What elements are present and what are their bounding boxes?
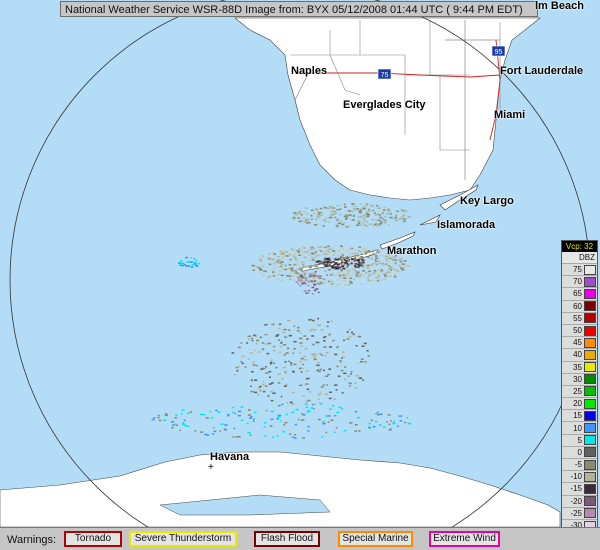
warning-special-marine-button[interactable]: Special Marine (338, 531, 413, 547)
legend-swatch (584, 276, 596, 287)
dbz-unit-label: DBZ (562, 252, 597, 263)
legend-swatch (584, 325, 596, 336)
legend-value: 5 (577, 435, 582, 445)
legend-swatch (584, 288, 596, 299)
warnings-label: Warnings: (7, 534, 57, 546)
legend-swatch (584, 447, 596, 458)
city-havana: Havana (210, 451, 250, 463)
dbz-legend: Vcp: 32 DBZ 75 70 65 60 55 50 45 40 35 30 25 20 15 10… (561, 240, 598, 545)
highway-shield-75: 75 (377, 68, 392, 80)
warning-tornado-button[interactable]: Tornado (64, 531, 122, 547)
legend-value: 30 (573, 374, 582, 384)
legend-row: 70 (562, 275, 597, 287)
legend-swatch (584, 471, 596, 482)
legend-row: 65 (562, 287, 597, 299)
legend-swatch (584, 264, 596, 275)
legend-row: 20 (562, 397, 597, 409)
legend-swatch (584, 483, 596, 494)
legend-value: 50 (573, 326, 582, 336)
legend-value: 75 (573, 265, 582, 275)
legend-swatch (584, 459, 596, 470)
legend-row: 45 (562, 336, 597, 348)
legend-swatch (584, 386, 596, 397)
legend-value: 25 (573, 386, 582, 396)
legend-value: -25 (570, 508, 582, 518)
svg-text:75: 75 (381, 72, 389, 79)
city-islamorada: Islamorada (437, 219, 496, 231)
legend-value: 40 (573, 350, 582, 360)
legend-row: 50 (562, 323, 597, 336)
warning-extreme-wind-button[interactable]: Extreme Wind (429, 531, 500, 547)
legend-row: -20 (562, 494, 597, 507)
legend-row: 75 (562, 263, 597, 275)
legend-row: 25 (562, 384, 597, 397)
legend-row: -25 (562, 506, 597, 519)
warning-flash-flood-button[interactable]: Flash Flood (254, 531, 320, 547)
legend-row: 40 (562, 348, 597, 360)
legend-row: -15 (562, 482, 597, 494)
legend-value: 55 (573, 313, 582, 323)
legend-row: 30 (562, 372, 597, 385)
legend-swatch (584, 398, 596, 409)
legend-value: -5 (574, 460, 582, 470)
legend-row: 35 (562, 360, 597, 373)
warning-severe-thunderstorm-button[interactable]: Severe Thunderstorm (129, 531, 237, 547)
legend-row: 55 (562, 311, 597, 324)
legend-swatch (584, 362, 596, 373)
city-key-largo: Key Largo (460, 195, 514, 207)
vcp-label: Vcp: 32 (562, 241, 597, 252)
warnings-bar: Warnings: Tornado Severe Thunderstorm Fl… (0, 527, 600, 550)
legend-row: -10 (562, 470, 597, 482)
legend-value: 35 (573, 362, 582, 372)
legend-row: 15 (562, 409, 597, 421)
highway-shield-95: 95 (491, 45, 506, 57)
legend-swatch (584, 435, 596, 446)
legend-row: 5 (562, 433, 597, 446)
title-bar: National Weather Service WSR-88D Image f… (60, 1, 538, 17)
city-marathon: Marathon (387, 245, 437, 257)
legend-row: 60 (562, 299, 597, 312)
legend-swatch (584, 337, 596, 348)
legend-swatch (584, 496, 596, 507)
legend-swatch (584, 374, 596, 385)
legend-value: 70 (573, 277, 582, 287)
radar-map: 75 95 + (0, 0, 600, 550)
legend-value: -20 (570, 496, 582, 506)
legend-value: 65 (573, 289, 582, 299)
city-naples: Naples (291, 65, 328, 77)
city-palm-beach: lm Beach (535, 0, 584, 12)
legend-value: -15 (570, 484, 582, 494)
city-miami: Miami (494, 109, 526, 121)
legend-row: 0 (562, 445, 597, 458)
legend-row: 10 (562, 421, 597, 434)
legend-value: 60 (573, 301, 582, 311)
city-fort-lauderdale: Fort Lauderdale (500, 65, 584, 77)
legend-swatch (584, 301, 596, 312)
legend-swatch (584, 508, 596, 519)
legend-value: 20 (573, 399, 582, 409)
legend-value: 15 (573, 411, 582, 421)
legend-value: 0 (577, 447, 582, 457)
legend-value: 10 (573, 423, 582, 433)
legend-swatch (584, 423, 596, 434)
svg-text:95: 95 (495, 49, 503, 56)
legend-value: -10 (570, 472, 582, 482)
legend-swatch (584, 349, 596, 360)
legend-value: 45 (573, 338, 582, 348)
legend-swatch (584, 313, 596, 324)
city-everglades-city: Everglades City (343, 99, 426, 111)
havana-marker: + (208, 462, 214, 473)
legend-swatch (584, 410, 596, 421)
legend-row: -5 (562, 458, 597, 470)
